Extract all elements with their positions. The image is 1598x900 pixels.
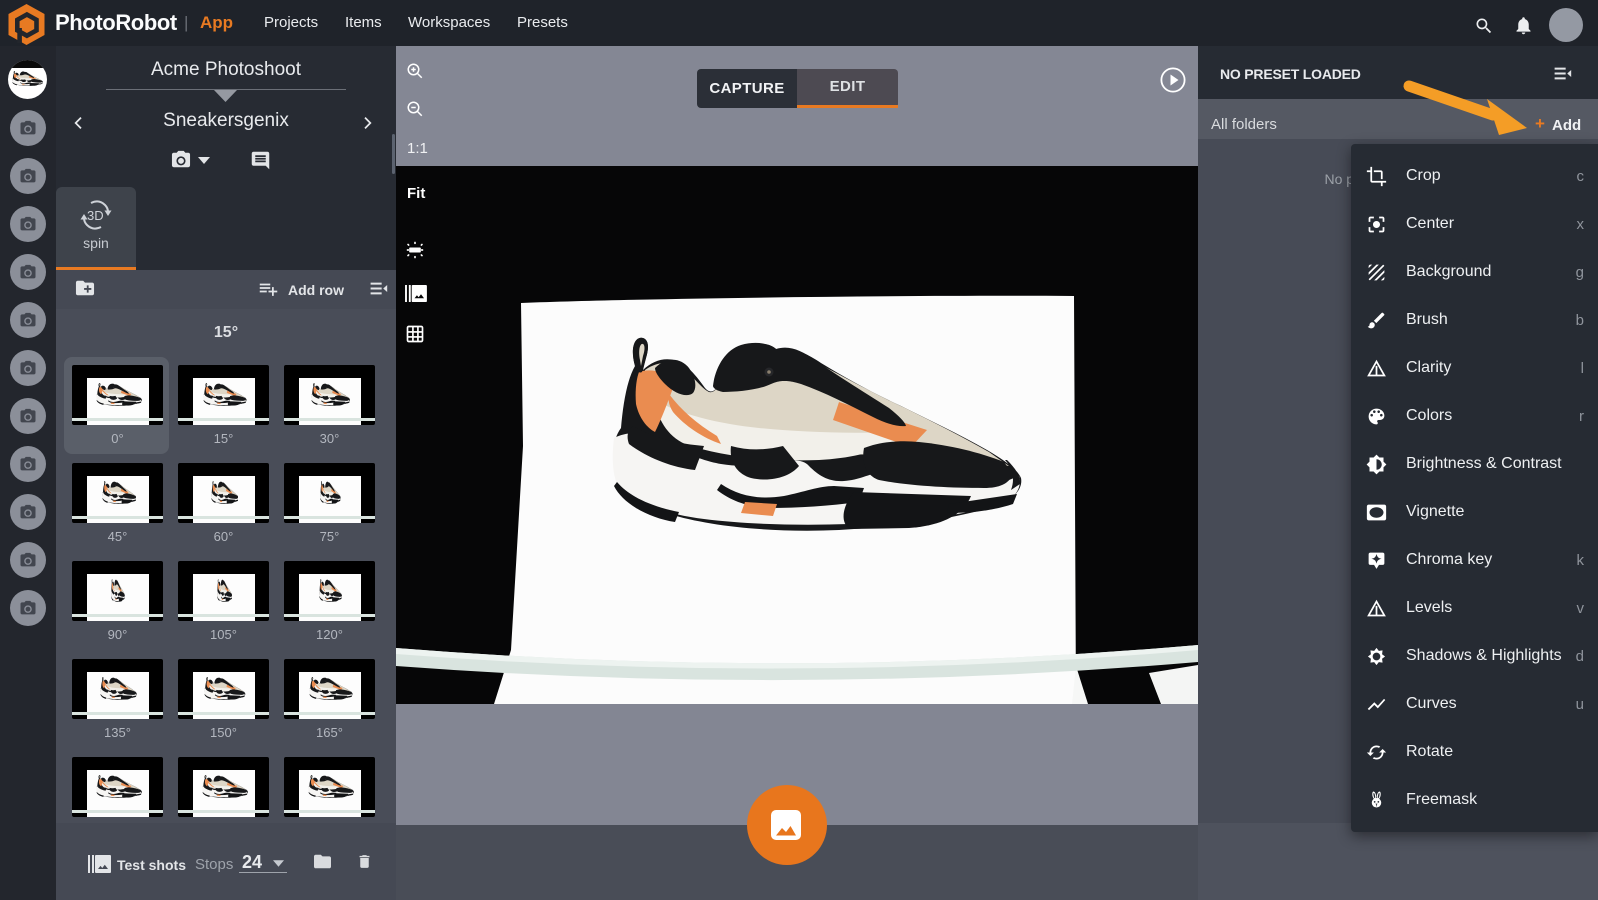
- svg-text:3D: 3D: [87, 208, 104, 223]
